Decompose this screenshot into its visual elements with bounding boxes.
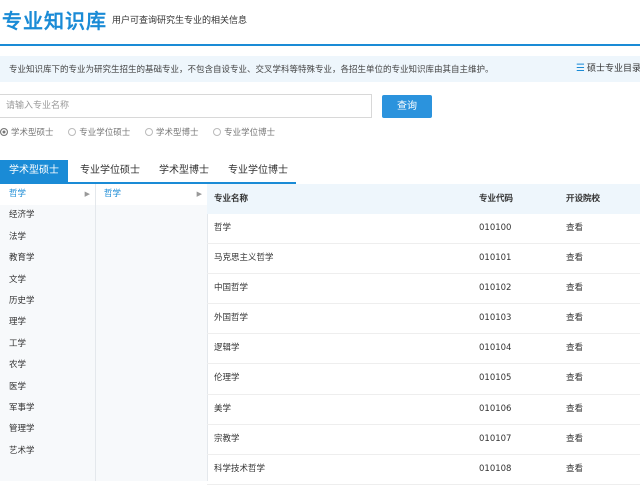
category-item[interactable]: 哲学 ▶	[0, 184, 95, 206]
category-item[interactable]: 农学	[0, 355, 95, 376]
category-item[interactable]: 艺术学	[0, 441, 95, 462]
header-schools: 开设院校	[566, 194, 601, 204]
view-link[interactable]: 查看	[566, 214, 583, 243]
major-name: 逻辑学	[214, 343, 240, 354]
page-subtitle: 用户可查询研究生专业的相关信息	[112, 16, 248, 26]
tab-professional-doctor[interactable]: 专业学位博士	[220, 160, 296, 182]
table-row: 外国哲学 010103 查看	[207, 304, 640, 335]
header-name: 专业名称	[214, 194, 249, 204]
major-name: 伦理学	[214, 373, 240, 384]
major-table: 专业名称 专业代码 开设院校 哲学 010100 查看 马克思主义哲学 010101 查…	[207, 184, 640, 485]
subcategory-item[interactable]: 哲学 ▶	[96, 184, 207, 206]
radio-label: 专业学位硕士	[79, 128, 131, 138]
radio-dot	[0, 128, 8, 136]
category-item[interactable]: 文学	[0, 270, 95, 291]
category-item[interactable]: 法学	[0, 227, 95, 248]
table-row: 科学技术哲学 010108 查看	[207, 455, 640, 485]
category-list: 哲学 ▶ 经济学 法学 教育学 文学 历史学 理学 工学 农学 医学 军事学 管理…	[0, 184, 96, 481]
major-name: 中国哲学	[214, 283, 249, 294]
radio-label: 专业学位博士	[224, 128, 276, 138]
radio-dot	[68, 128, 77, 136]
category-item[interactable]: 历史学	[0, 291, 95, 312]
table-row: 马克思主义哲学 010101 查看	[207, 244, 640, 275]
notice-bar: 专业知识库下的专业为研究生招生的基础专业，不包含自设专业、交叉学科等特殊专业，各…	[0, 56, 640, 82]
chevron-right-icon: ▶	[84, 190, 90, 198]
tab-professional-master[interactable]: 专业学位硕士	[72, 160, 148, 182]
radio-professional-doctor[interactable]: 专业学位博士	[213, 126, 275, 138]
view-link[interactable]: 查看	[566, 395, 583, 424]
tab-academic-doctor[interactable]: 学术型博士	[150, 160, 218, 182]
category-item[interactable]: 管理学	[0, 419, 95, 440]
major-name: 美学	[214, 403, 232, 414]
table-header: 专业名称 专业代码 开设院校	[207, 184, 640, 214]
major-code: 010108	[479, 463, 512, 474]
page-header: 专业知识库 用户可查询研究生专业的相关信息	[0, 0, 640, 46]
major-name: 宗教学	[214, 433, 240, 444]
catalog-link-label: 硕士专业目录	[586, 64, 640, 74]
major-name: 科学技术哲学	[214, 463, 266, 474]
subcategory-label: 哲学	[104, 189, 122, 199]
chevron-right-icon: ▶	[196, 190, 202, 198]
view-link[interactable]: 查看	[566, 274, 583, 303]
radio-academic-master[interactable]: 学术型硕士	[0, 126, 54, 138]
major-code: 010103	[479, 313, 512, 324]
major-code: 010107	[479, 433, 512, 444]
list-icon: ☰	[576, 63, 585, 74]
radio-dot	[144, 128, 153, 136]
table-row: 宗教学 010107 查看	[207, 425, 640, 455]
view-link[interactable]: 查看	[566, 304, 583, 333]
major-name: 马克思主义哲学	[214, 253, 274, 264]
category-item[interactable]: 理学	[0, 312, 95, 333]
table-row: 中国哲学 010102 查看	[207, 274, 640, 305]
major-code: 010104	[479, 343, 512, 354]
table-row: 伦理学 010105 查看	[207, 364, 640, 395]
degree-type-radios: 学术型硕士 专业学位硕士 学术型博士 专业学位博士	[0, 126, 287, 138]
notice-text: 专业知识库下的专业为研究生招生的基础专业，不包含自设专业、交叉学科等特殊专业，各…	[9, 65, 494, 75]
major-panel: 哲学 ▶ 经济学 法学 教育学 文学 历史学 理学 工学 农学 医学 军事学 管理…	[0, 184, 640, 493]
table-row: 美学 010106 查看	[207, 395, 640, 425]
category-item[interactable]: 工学	[0, 334, 95, 355]
major-code: 010101	[479, 253, 512, 264]
category-label: 哲学	[9, 189, 27, 199]
subcategory-list: 哲学 ▶	[96, 184, 208, 481]
major-name: 外国哲学	[214, 313, 249, 324]
radio-professional-master[interactable]: 专业学位硕士	[68, 126, 130, 138]
search-input[interactable]	[0, 94, 372, 118]
radio-dot	[213, 128, 222, 136]
view-link[interactable]: 查看	[566, 364, 583, 393]
major-name: 哲学	[214, 223, 232, 233]
major-code: 010100	[479, 223, 512, 233]
major-code: 010106	[479, 403, 512, 414]
page-title: 专业知识库	[2, 9, 107, 33]
radio-label: 学术型博士	[155, 128, 199, 138]
category-item[interactable]: 教育学	[0, 248, 95, 269]
table-row: 哲学 010100 查看	[207, 214, 640, 245]
view-link[interactable]: 查看	[566, 334, 583, 363]
view-link[interactable]: 查看	[566, 455, 583, 484]
view-link[interactable]: 查看	[566, 244, 583, 273]
radio-label: 学术型硕士	[11, 128, 54, 138]
category-item[interactable]: 经济学	[0, 205, 95, 226]
category-item[interactable]: 军事学	[0, 398, 95, 419]
table-row: 逻辑学 010104 查看	[207, 334, 640, 365]
header-code: 专业代码	[479, 194, 514, 204]
major-code: 010102	[479, 283, 512, 294]
category-item[interactable]: 医学	[0, 377, 95, 398]
catalog-link[interactable]: ☰ 硕士专业目录	[576, 61, 640, 74]
major-code: 010105	[479, 373, 512, 384]
search-button[interactable]: 查询	[382, 95, 432, 118]
radio-academic-doctor[interactable]: 学术型博士	[144, 126, 199, 138]
view-link[interactable]: 查看	[566, 425, 583, 454]
tab-academic-master[interactable]: 学术型硕士	[0, 160, 68, 182]
